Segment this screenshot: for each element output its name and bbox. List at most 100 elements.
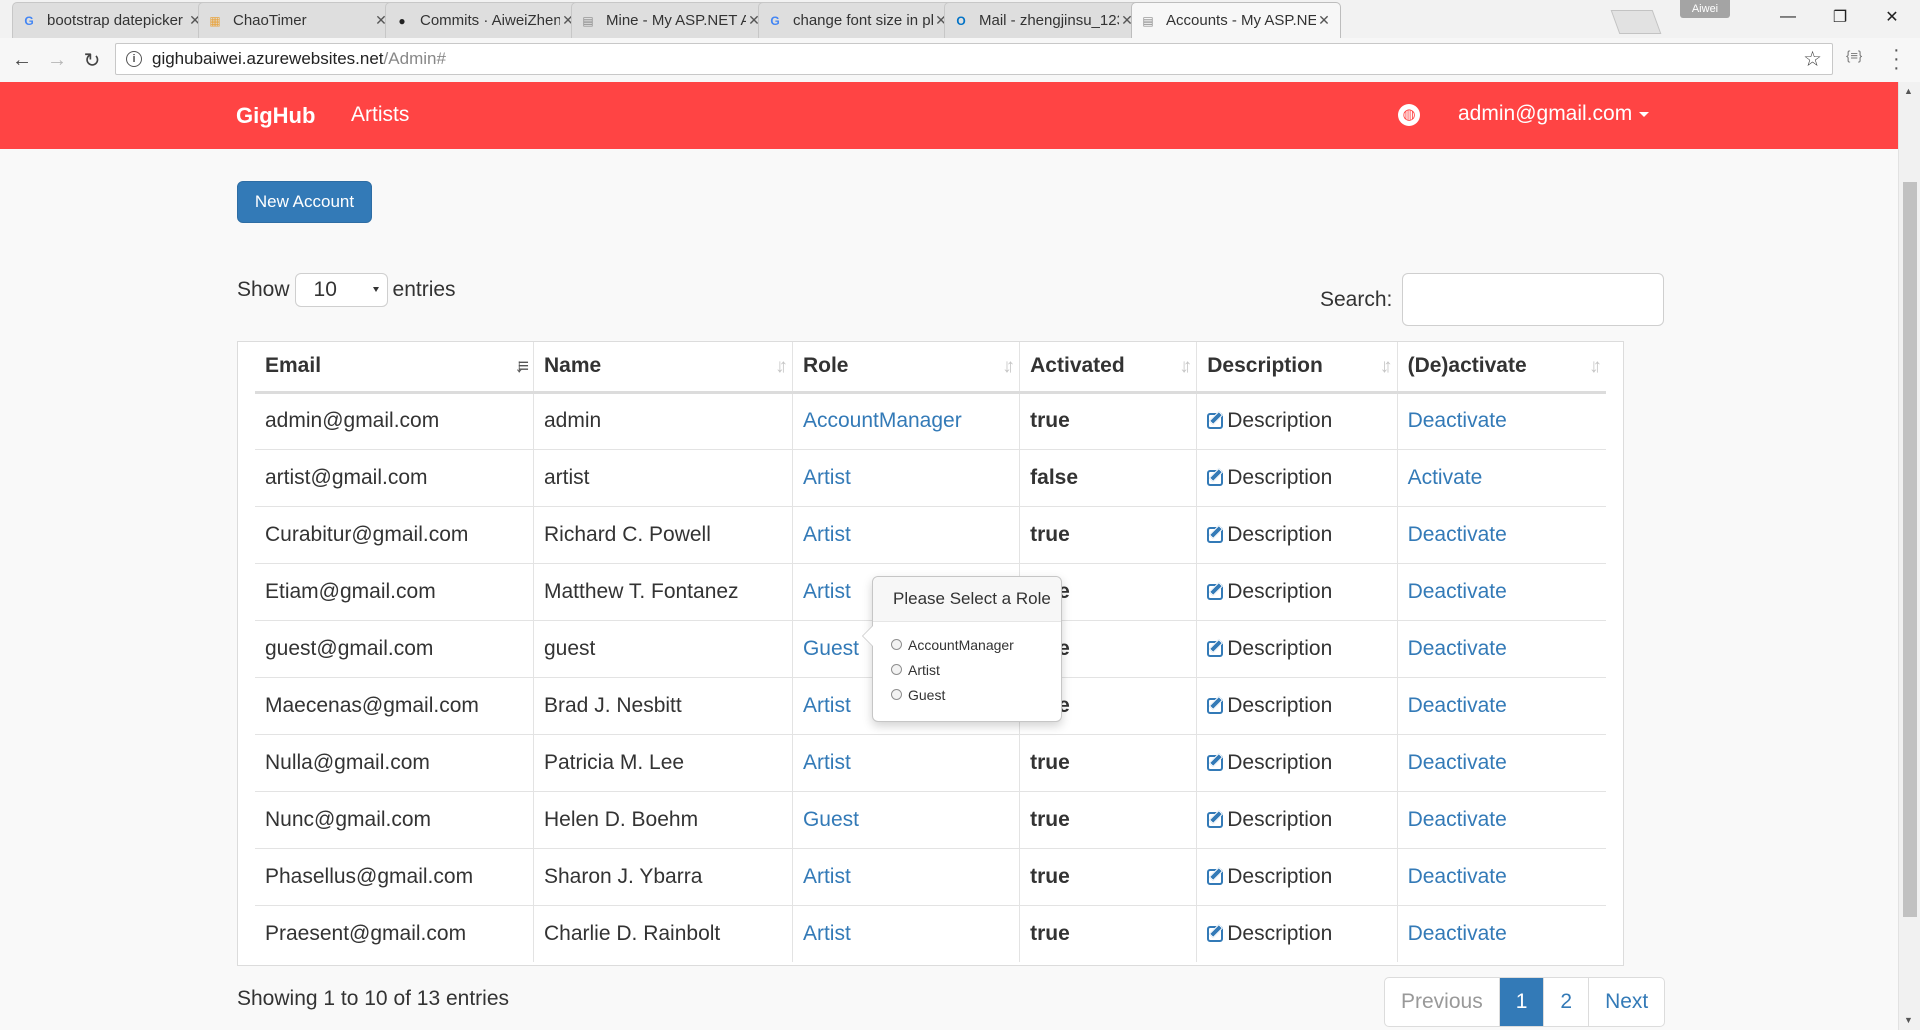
sort-icon[interactable]: ↓↑ xyxy=(1380,356,1393,378)
browser-tab[interactable]: ▦ ChaoTimer ✕ xyxy=(198,2,398,38)
activation-toggle-link[interactable]: Deactivate xyxy=(1408,637,1507,660)
activation-toggle-link[interactable]: Deactivate xyxy=(1408,865,1507,888)
sort-icon[interactable]: ↓↑ xyxy=(1589,356,1602,378)
description-link[interactable]: Description xyxy=(1207,751,1332,774)
role-link[interactable]: Artist xyxy=(803,694,851,717)
sort-ascending-icon[interactable]: ↓≡ xyxy=(514,356,528,378)
tab-title: Mail - zhengjinsu_123( xyxy=(979,12,1119,29)
scroll-down-arrow-icon[interactable]: ▼ xyxy=(1904,1015,1913,1025)
description-link[interactable]: Description xyxy=(1207,922,1332,945)
column-header[interactable]: Email ↓≡ xyxy=(255,342,534,394)
browser-tab[interactable]: Gbootstrap datepicker sl ✕ xyxy=(12,2,212,38)
description-link[interactable]: Description xyxy=(1207,865,1332,888)
description-cell: Description xyxy=(1196,563,1398,621)
browser-menu-icon[interactable]: · · · xyxy=(1893,40,1900,78)
role-link[interactable]: Artist xyxy=(803,865,851,888)
chaotimer-icon: ▦ xyxy=(209,13,221,28)
email-text: admin@gmail.com xyxy=(265,409,440,432)
reload-icon[interactable]: ↻ xyxy=(78,46,106,74)
profile-badge[interactable]: Aiwei xyxy=(1680,0,1730,18)
role-link[interactable]: Artist xyxy=(803,523,851,546)
radio-button[interactable] xyxy=(891,689,902,700)
table-info: Showing 1 to 10 of 13 entries xyxy=(237,987,510,1010)
browser-tab[interactable]: ▤ Accounts - My ASP.NE ✕ xyxy=(1131,2,1341,38)
new-account-button[interactable]: New Account xyxy=(237,181,372,223)
brand-link[interactable]: GigHub xyxy=(236,103,315,129)
role-link[interactable]: AccountManager xyxy=(803,409,962,432)
role-link[interactable]: Guest xyxy=(803,808,859,831)
close-window-icon[interactable]: ✕ xyxy=(1866,0,1918,34)
column-header[interactable]: Activated ↓↑ xyxy=(1019,342,1198,394)
description-cell: Description xyxy=(1196,677,1398,735)
browser-tab[interactable]: ● Commits · AiweiZheng ✕ xyxy=(385,2,585,38)
column-header[interactable]: Name ↓↑ xyxy=(533,342,793,394)
scrollbar-thumb[interactable] xyxy=(1903,182,1917,917)
radio-button[interactable] xyxy=(891,639,902,650)
toggle-cell: Deactivate xyxy=(1397,848,1606,906)
activation-toggle-link[interactable]: Deactivate xyxy=(1408,523,1507,546)
description-link[interactable]: Description xyxy=(1207,409,1332,432)
role-option[interactable]: Artist xyxy=(891,657,1061,682)
role-link[interactable]: Guest xyxy=(803,637,859,660)
activation-toggle-link[interactable]: Deactivate xyxy=(1408,580,1507,603)
table-row: Praesent@gmail.com Charlie D. Rainbolt Art… xyxy=(255,905,1606,962)
name-cell: artist xyxy=(533,449,793,507)
role-link[interactable]: Artist xyxy=(803,922,851,945)
role-link[interactable]: Artist xyxy=(803,466,851,489)
sort-icon[interactable]: ↓↑ xyxy=(1002,356,1015,378)
popover-title: Please Select a Role xyxy=(873,577,1061,622)
activation-toggle-link[interactable]: Deactivate xyxy=(1408,694,1507,717)
description-link[interactable]: Description xyxy=(1207,580,1332,603)
activation-toggle-link[interactable]: Activate xyxy=(1408,466,1483,489)
role-option[interactable]: Guest xyxy=(891,682,1061,707)
back-icon[interactable]: ← xyxy=(8,46,36,74)
pagination-page-2[interactable]: 2 xyxy=(1544,978,1590,1026)
page-length-select[interactable]: 10 xyxy=(294,273,388,307)
column-header[interactable]: Role ↓↑ xyxy=(792,342,1021,394)
bookmark-star-icon[interactable]: ☆ xyxy=(1803,47,1822,72)
role-option-label: Guest xyxy=(908,686,946,703)
site-info-icon[interactable]: i xyxy=(126,51,142,67)
description-link[interactable]: Description xyxy=(1207,523,1332,546)
description-link[interactable]: Description xyxy=(1207,637,1332,660)
role-link[interactable]: Artist xyxy=(803,751,851,774)
activated-cell: true xyxy=(1019,734,1198,792)
description-link[interactable]: Description xyxy=(1207,466,1332,489)
activation-toggle-link[interactable]: Deactivate xyxy=(1408,409,1507,432)
table-row: Phasellus@gmail.com Sharon J. Ybarra Artis… xyxy=(255,848,1606,906)
forward-icon[interactable]: → xyxy=(43,46,71,74)
globe-icon[interactable]: ◍ xyxy=(1398,104,1420,126)
description-link[interactable]: Description xyxy=(1207,694,1332,717)
role-option[interactable]: AccountManager xyxy=(891,632,1061,657)
user-menu[interactable]: admin@gmail.com xyxy=(1458,102,1650,126)
column-header[interactable]: (De)activate ↓↑ xyxy=(1397,342,1606,394)
browser-tab[interactable]: ▤ Mine - My ASP.NET Ap ✕ xyxy=(571,2,771,38)
pagination-previous[interactable]: Previous xyxy=(1385,978,1500,1026)
pagination-next[interactable]: Next xyxy=(1589,978,1664,1026)
browser-tab[interactable]: O Mail - zhengjinsu_123(✕ xyxy=(944,2,1144,38)
activation-toggle-link[interactable]: Deactivate xyxy=(1408,751,1507,774)
scroll-up-arrow-icon[interactable]: ▲ xyxy=(1904,86,1913,96)
table-row: Curabitur@gmail.com Richard C. Powell Arti… xyxy=(255,506,1606,564)
address-host: gighubaiwei.azurewebsites.net xyxy=(152,49,384,68)
activation-toggle-link[interactable]: Deactivate xyxy=(1408,922,1507,945)
search-input[interactable] xyxy=(1402,273,1665,326)
page-scrollbar[interactable]: ▲ ▼ xyxy=(1898,82,1920,1030)
extension-icon[interactable]: {≡} xyxy=(1846,48,1862,63)
description-link[interactable]: Description xyxy=(1207,808,1332,831)
nav-link-artists[interactable]: Artists xyxy=(351,103,409,127)
pagination-page-1[interactable]: 1 xyxy=(1499,978,1545,1026)
address-bar[interactable]: i gighubaiwei.azurewebsites.net/Admin# ☆ xyxy=(115,43,1833,75)
sort-icon[interactable]: ↓↑ xyxy=(1179,356,1192,378)
restore-icon[interactable]: ❐ xyxy=(1814,0,1866,34)
address-path: /Admin# xyxy=(383,49,446,68)
radio-button[interactable] xyxy=(891,664,902,675)
minimize-icon[interactable]: — xyxy=(1762,0,1814,34)
role-link[interactable]: Artist xyxy=(803,580,851,603)
column-header[interactable]: Description ↓↑ xyxy=(1196,342,1398,394)
activation-toggle-link[interactable]: Deactivate xyxy=(1408,808,1507,831)
sort-icon[interactable]: ↓↑ xyxy=(775,356,788,378)
close-tab-icon[interactable]: ✕ xyxy=(1316,12,1332,29)
browser-tab[interactable]: Gchange font size in ph ✕ xyxy=(758,2,958,38)
new-tab-button[interactable] xyxy=(1610,10,1662,34)
